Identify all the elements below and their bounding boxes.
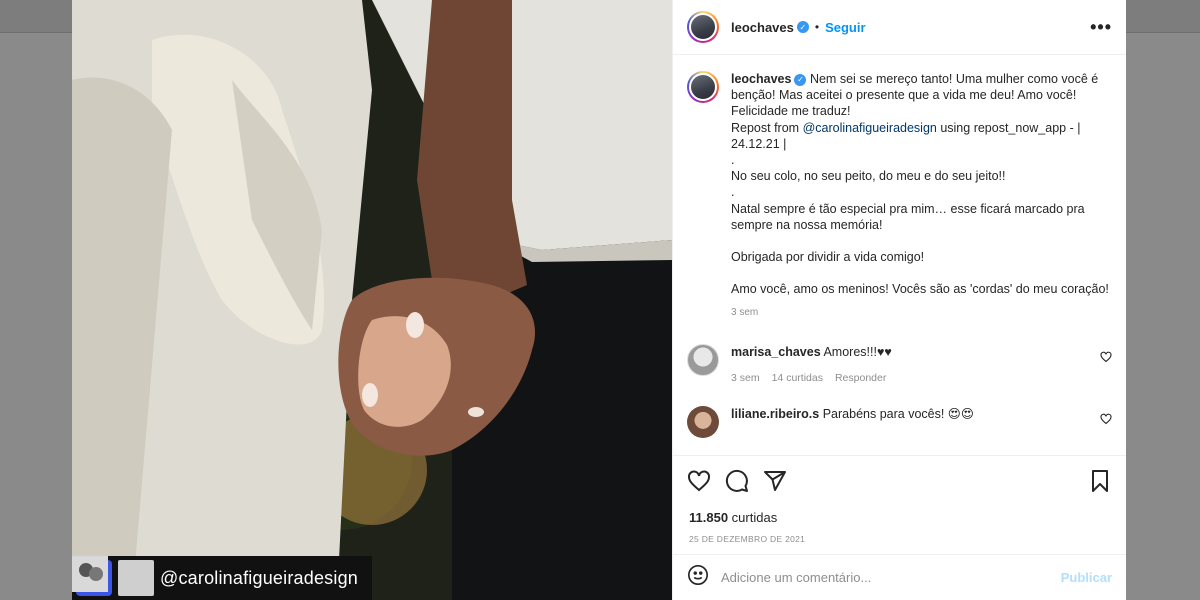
comment-icon[interactable] [725, 469, 749, 498]
comment-input[interactable]: Adicione um comentário... [721, 570, 871, 585]
commenter-avatar[interactable] [687, 343, 719, 376]
reply-button[interactable]: Responder [835, 372, 886, 384]
share-icon[interactable] [763, 469, 787, 498]
comment-item: liliane.ribeiro.s Parabéns para vocês! 😍… [687, 405, 1112, 438]
repost-attribution-bar[interactable]: @carolinafigueiradesign [72, 556, 372, 600]
post-header: leochaves ✓ • Seguir ••• [673, 0, 1126, 55]
likes-number: 11.850 [689, 510, 729, 525]
comments-scroll-area[interactable]: leochaves ✓ Nem sei se mereço tanto! Uma … [673, 55, 1126, 455]
comment-likes[interactable]: 14 curtidas [772, 372, 823, 384]
comment-text: Amores!!!♥♥ [823, 344, 892, 359]
photo-illustration [72, 0, 672, 600]
commenter-username[interactable]: marisa_chaves [731, 345, 821, 359]
caption-line: Repost from [731, 120, 803, 135]
author-avatar[interactable] [687, 11, 719, 43]
separator-dot: • [814, 20, 820, 34]
caption-line: No seu colo, no seu peito, do meu e do s… [731, 169, 1006, 184]
caption-line: . [731, 153, 735, 168]
comment-text: Parabéns para vocês! 😍😍 [822, 406, 974, 421]
verified-badge-icon: ✓ [794, 73, 807, 86]
action-icons-row [687, 466, 1112, 500]
more-icon[interactable]: ••• [1090, 17, 1112, 38]
verified-badge-icon: ✓ [796, 21, 809, 33]
post-photo[interactable]: @carolinafigueiradesign [72, 0, 672, 600]
caption-line [731, 265, 1111, 281]
post-date: 25 DE DEZEMBRO DE 2021 [689, 534, 806, 544]
caption-author-avatar[interactable] [687, 71, 719, 103]
post-side-panel: leochaves ✓ • Seguir ••• leochaves ✓ Nem … [672, 0, 1126, 600]
repost-mention-link[interactable]: @carolinafigueiradesign [803, 121, 937, 135]
comment-item: marisa_chaves Amores!!!♥♥ 3 sem 14 curti… [687, 343, 1112, 384]
commenter-username[interactable]: liliane.ribeiro.s [731, 407, 819, 421]
caption-line: Obrigada por dividir a vida comigo! [731, 250, 925, 265]
comment-time[interactable]: 3 sem [731, 372, 760, 384]
caption-line [731, 233, 1111, 249]
repost-avatar-thumbnail [72, 556, 154, 596]
follow-button[interactable]: Seguir [825, 20, 865, 35]
publish-button[interactable]: Publicar [1061, 570, 1112, 585]
caption-line: using repost_now_app - | [936, 120, 1081, 135]
bookmark-icon[interactable] [1088, 469, 1112, 498]
likes-label: curtidas [731, 510, 778, 525]
caption: leochaves ✓ Nem sei se mereço tanto! Uma … [687, 71, 1112, 322]
repost-username: @carolinafigueiradesign [160, 567, 358, 588]
caption-line: Felicidade me traduz! [731, 104, 851, 119]
caption-line: Nem sei se mereço tanto! Uma mulher como… [809, 72, 1099, 86]
add-comment-bar: Adicione um comentário... Publicar [673, 554, 1126, 600]
author-username[interactable]: leochaves [731, 20, 794, 35]
heart-icon[interactable] [1100, 350, 1112, 368]
caption-timestamp[interactable]: 3 sem [731, 305, 1111, 321]
caption-line: 24.12.21 | [731, 136, 787, 151]
emoji-icon[interactable] [687, 564, 709, 591]
caption-line: Amo você, amo os meninos! Vocês são as '… [731, 282, 1109, 297]
caption-line: . [731, 185, 735, 200]
caption-text: leochaves ✓ Nem sei se mereço tanto! Uma … [731, 71, 1111, 322]
post-modal: @carolinafigueiradesign leochaves ✓ • Se… [72, 0, 1126, 600]
caption-author-username[interactable]: leochaves [731, 72, 791, 86]
likes-count[interactable]: 11.850 curtidas [687, 510, 1112, 525]
like-heart-icon[interactable] [687, 469, 711, 498]
heart-icon[interactable] [1100, 412, 1112, 430]
commenter-avatar[interactable] [687, 405, 719, 438]
caption-line: sempre na nossa memória! [731, 217, 883, 232]
caption-line: benção! Mas aceitei o presente que a vid… [731, 88, 1077, 103]
caption-line: Natal sempre é tão especial pra mim… ess… [731, 201, 1085, 216]
